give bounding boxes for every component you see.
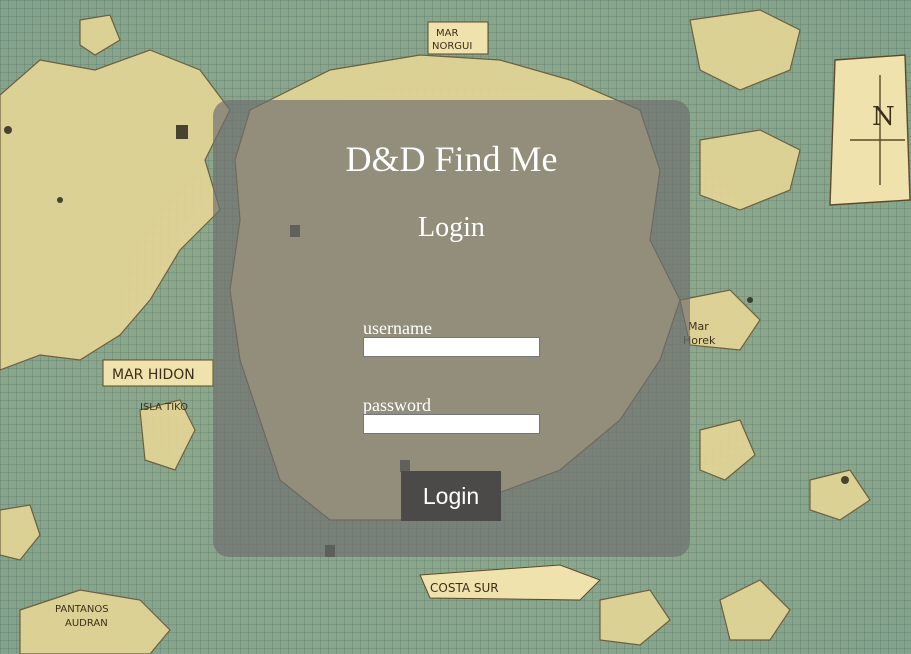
app-title: D&D Find Me bbox=[345, 139, 558, 179]
svg-text:COSTA SUR: COSTA SUR bbox=[430, 581, 499, 595]
compass-scroll: N bbox=[829, 54, 911, 206]
svg-text:MAR: MAR bbox=[436, 28, 458, 39]
map-land-west bbox=[0, 49, 231, 371]
map-land-east-1 bbox=[699, 129, 801, 211]
map-land-north-small bbox=[79, 14, 121, 56]
svg-text:AUDRAN: AUDRAN bbox=[65, 618, 108, 629]
username-input[interactable] bbox=[363, 337, 540, 357]
map-land-southeast-1 bbox=[699, 419, 756, 481]
login-panel: D&D Find Me Login username password Logi… bbox=[213, 100, 690, 557]
svg-text:Mar: Mar bbox=[688, 320, 709, 333]
login-button[interactable]: Login bbox=[401, 471, 501, 521]
svg-text:NORGUI: NORGUI bbox=[432, 41, 472, 52]
map-land-southeast-2 bbox=[599, 589, 671, 646]
password-label: password bbox=[363, 395, 431, 415]
svg-text:MAR HIDON: MAR HIDON bbox=[112, 367, 195, 383]
username-label: username bbox=[363, 318, 432, 338]
map-land-northeast bbox=[689, 9, 801, 91]
svg-text:PANTANOS: PANTANOS bbox=[55, 604, 109, 615]
password-input[interactable] bbox=[363, 414, 540, 434]
login-heading: Login bbox=[418, 212, 485, 243]
svg-text:N: N bbox=[872, 102, 895, 132]
map-land-west-small bbox=[0, 504, 41, 561]
map-land-southeast-3 bbox=[719, 579, 791, 641]
svg-text:ISLA TIKO: ISLA TIKO bbox=[140, 402, 188, 413]
map-land-east-small bbox=[809, 469, 871, 521]
